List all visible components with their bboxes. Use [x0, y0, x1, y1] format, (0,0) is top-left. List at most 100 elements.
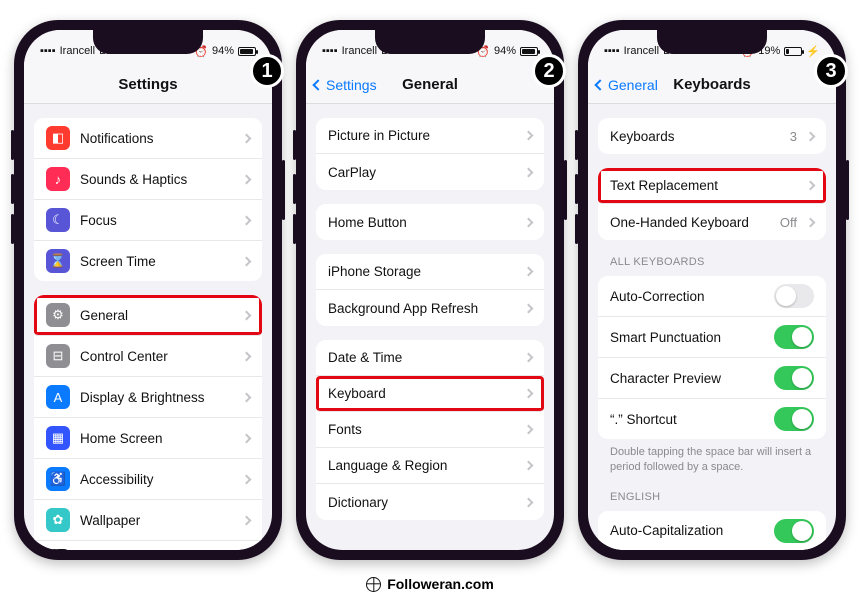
settings-group: Text Replacement One-Handed Keyboard Off [598, 168, 826, 240]
settings-row[interactable]: Keyboard [316, 376, 544, 412]
row-label: Control Center [80, 349, 233, 364]
row-icon: ▦ [46, 426, 70, 450]
settings-row[interactable]: ⌛ Screen Time [34, 241, 262, 281]
toggle-switch[interactable] [774, 325, 814, 349]
phone-mockup: 1▪▪▪▪IrancellLTE09:38⏰94%Settings◧Notifi… [14, 20, 282, 560]
settings-row[interactable]: Auto-Correction [598, 276, 826, 317]
phone-screen: ▪▪▪▪IrancellLTE09:38⏰94%SettingsGeneralP… [306, 30, 554, 550]
settings-row[interactable]: Auto-Capitalization [598, 511, 826, 550]
toggle-switch[interactable] [774, 407, 814, 431]
settings-group: iPhone Storage Background App Refresh [316, 254, 544, 326]
carrier-text: Irancell [60, 45, 95, 57]
settings-row[interactable]: Keyboards3 [598, 118, 826, 154]
row-label: Date & Time [328, 350, 515, 365]
settings-row[interactable]: ☾Focus [34, 200, 262, 241]
settings-row[interactable]: Smart Punctuation [598, 317, 826, 358]
toggle-switch[interactable] [774, 519, 814, 543]
settings-row[interactable]: Picture in Picture [316, 118, 544, 154]
nav-bar: GeneralKeyboards [588, 66, 836, 104]
chevron-right-icon [524, 389, 534, 399]
settings-row[interactable]: ✿Wallpaper [34, 500, 262, 541]
notch [375, 30, 485, 54]
row-label: iPhone Storage [328, 264, 515, 279]
notch [657, 30, 767, 54]
settings-group: Keyboards3 [598, 118, 826, 154]
chevron-right-icon [242, 515, 252, 525]
settings-row[interactable]: ADisplay & Brightness [34, 377, 262, 418]
page-title: Settings [118, 76, 177, 93]
settings-row[interactable]: ▦Home Screen [34, 418, 262, 459]
step-badge: 3 [814, 54, 848, 88]
row-label: Notifications [80, 131, 233, 146]
row-label: One-Handed Keyboard [610, 215, 770, 230]
settings-row[interactable]: Date & Time [316, 340, 544, 376]
content-scroll[interactable]: Picture in Picture CarPlay Home Button iPho… [306, 104, 554, 550]
chevron-right-icon [524, 167, 534, 177]
row-detail: Off [780, 215, 797, 230]
row-label: Picture in Picture [328, 128, 515, 143]
back-label: General [608, 77, 658, 93]
settings-row[interactable]: CarPlay [316, 154, 544, 190]
settings-row[interactable]: ⚙General [34, 295, 262, 336]
settings-row[interactable]: Dictionary [316, 484, 544, 520]
battery-text: 94% [494, 45, 516, 57]
section-header: ALL KEYBOARDS [610, 256, 814, 268]
chevron-right-icon [806, 181, 816, 191]
chevron-right-icon [806, 131, 816, 141]
row-icon: ◧ [46, 126, 70, 150]
chevron-right-icon [242, 433, 252, 443]
notch [93, 30, 203, 54]
nav-bar: SettingsGeneral [306, 66, 554, 104]
settings-row[interactable]: ♿Accessibility [34, 459, 262, 500]
chevron-right-icon [242, 392, 252, 402]
content-scroll[interactable]: ◧ Notifications ♪Sounds & Haptics☾Focus ⌛ Sc… [24, 104, 272, 550]
settings-row[interactable]: ⊟Control Center [34, 336, 262, 377]
settings-row[interactable]: ♪Sounds & Haptics [34, 159, 262, 200]
settings-row[interactable]: “.” Shortcut [598, 399, 826, 439]
settings-group: Auto-CorrectionSmart PunctuationCharacte… [598, 276, 826, 439]
settings-row[interactable]: Background App Refresh [316, 290, 544, 326]
settings-row[interactable]: Home Button [316, 204, 544, 240]
chevron-right-icon [524, 353, 534, 363]
settings-group: Picture in Picture CarPlay [316, 118, 544, 190]
settings-group: Auto-Capitalization [598, 511, 826, 550]
row-label: Auto-Capitalization [610, 523, 764, 538]
row-label: Focus [80, 213, 233, 228]
back-button[interactable]: General [596, 66, 658, 103]
row-label: Screen Time [80, 254, 233, 269]
row-label: Wallpaper [80, 513, 233, 528]
signal-icon: ▪▪▪▪ [40, 45, 56, 57]
row-label: Keyboard [328, 386, 515, 401]
chevron-right-icon [242, 256, 252, 266]
settings-row[interactable]: Fonts [316, 412, 544, 448]
settings-row[interactable]: iPhone Storage [316, 254, 544, 290]
settings-row[interactable]: ◑Siri & Search [34, 541, 262, 550]
chevron-left-icon [312, 79, 323, 90]
chevron-right-icon [242, 310, 252, 320]
back-label: Settings [326, 77, 377, 93]
chevron-left-icon [594, 79, 605, 90]
chevron-right-icon [524, 461, 534, 471]
chevron-right-icon [524, 131, 534, 141]
toggle-switch[interactable] [774, 366, 814, 390]
phone-mockup: 3▪▪▪▪IrancellLTE14:58⏰19%⚡GeneralKeyboar… [578, 20, 846, 560]
toggle-switch[interactable] [774, 284, 814, 308]
row-label: “.” Shortcut [610, 412, 764, 427]
settings-row[interactable]: ◧ Notifications [34, 118, 262, 159]
settings-row[interactable]: One-Handed Keyboard Off [598, 204, 826, 240]
content-scroll[interactable]: Keyboards3Text ReplacementOne-Handed Key… [588, 104, 836, 550]
battery-text: 94% [212, 45, 234, 57]
row-label: CarPlay [328, 165, 515, 180]
chevron-right-icon [524, 497, 534, 507]
chevron-right-icon [242, 215, 252, 225]
credit-text: Followeran.com [387, 576, 494, 592]
section-footer: Double tapping the space bar will insert… [610, 445, 814, 475]
settings-row[interactable]: Character Preview [598, 358, 826, 399]
back-button[interactable]: Settings [314, 66, 377, 103]
battery-icon [784, 47, 802, 56]
chevron-right-icon [242, 174, 252, 184]
settings-row[interactable]: Language & Region [316, 448, 544, 484]
carrier-text: Irancell [342, 45, 377, 57]
row-icon: ⌛ [46, 249, 70, 273]
settings-row[interactable]: Text Replacement [598, 168, 826, 204]
